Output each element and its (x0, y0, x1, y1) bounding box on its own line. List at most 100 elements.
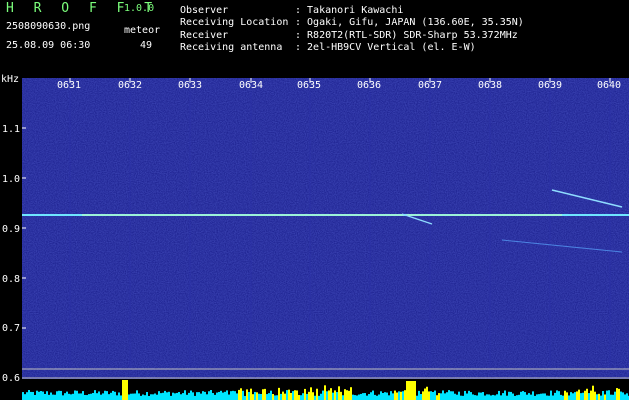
level-bar (488, 394, 490, 400)
level-bar (278, 387, 280, 400)
level-bar (258, 393, 260, 400)
level-bar (626, 393, 628, 400)
level-bar (552, 395, 554, 400)
level-bar (584, 390, 586, 400)
level-bar (516, 395, 518, 400)
header-panel: H R O F F T 1.0.0 2508090630.png 25.08.0… (0, 0, 629, 78)
level-bar (460, 395, 462, 400)
level-bar (52, 394, 54, 400)
level-bar (284, 393, 286, 400)
level-bar (604, 394, 606, 400)
level-bar (220, 390, 222, 400)
level-bar (366, 395, 368, 400)
level-bar (422, 391, 424, 400)
level-bar (464, 390, 466, 400)
level-bar (386, 392, 388, 400)
level-bar (576, 391, 578, 400)
level-bar (104, 390, 106, 400)
level-bar (144, 395, 146, 400)
level-bar (42, 391, 44, 400)
level-bar (546, 395, 548, 400)
level-bar (246, 389, 248, 400)
level-bar (512, 393, 514, 400)
x-tick-0637: 0637 (418, 80, 443, 91)
level-bar (270, 390, 272, 400)
level-bar (30, 391, 32, 400)
level-bar (72, 393, 74, 400)
level-bar (534, 395, 536, 400)
level-bar (486, 394, 488, 400)
y-tick-0.6: 0.6 (2, 373, 21, 384)
level-bar (234, 391, 236, 400)
x-tick-0635: 0635 (297, 80, 322, 91)
level-bar (308, 391, 310, 400)
level-bar (238, 389, 240, 400)
level-bar (336, 392, 338, 400)
level-bar (380, 391, 382, 400)
x-tick-0631: 0631 (57, 80, 82, 91)
level-bar (566, 392, 568, 400)
level-bar (26, 392, 28, 400)
level-bar (594, 391, 596, 400)
level-bar (426, 386, 428, 400)
level-bar (606, 390, 608, 400)
level-bar (182, 393, 184, 400)
level-bar (194, 395, 196, 400)
level-bar (302, 393, 304, 400)
meteor-label: meteor (124, 25, 161, 36)
level-bar (232, 390, 234, 400)
info-row-location: Receiving Location: Ogaki, Gifu, JAPAN (… (180, 17, 524, 29)
level-bar (508, 391, 510, 400)
level-bar (548, 395, 550, 400)
level-bar (564, 390, 566, 400)
level-bar (188, 392, 190, 400)
level-bar (252, 394, 254, 400)
level-bar (504, 390, 506, 400)
level-bar (532, 391, 534, 400)
level-bar (586, 388, 588, 400)
level-bar (150, 394, 152, 400)
spectrogram-noise (22, 78, 629, 400)
level-bar (180, 394, 182, 400)
level-bar (518, 394, 520, 400)
level-bar (358, 394, 360, 400)
level-bar (622, 392, 624, 400)
level-bar (166, 392, 168, 400)
level-bar (46, 391, 48, 400)
level-bar (100, 394, 102, 400)
level-bar (450, 391, 452, 400)
level-bar (106, 391, 108, 400)
level-bar (248, 391, 250, 400)
level-bar (332, 392, 334, 400)
level-bar (88, 394, 90, 400)
level-bar (394, 390, 396, 400)
level-bar (538, 394, 540, 400)
level-bar (346, 390, 348, 400)
spectrogram (22, 78, 629, 400)
level-bar (408, 381, 410, 400)
level-bar (430, 391, 432, 400)
level-bar (376, 395, 378, 400)
level-bar (472, 394, 474, 400)
level-bar (556, 390, 558, 400)
level-bar (152, 394, 154, 400)
x-tick-0640: 0640 (597, 80, 622, 91)
level-bar (154, 393, 156, 400)
level-bar (102, 393, 104, 400)
level-bar (218, 391, 220, 400)
level-bar (528, 393, 530, 400)
station-info: Observer: Takanori Kawachi Receiving Loc… (180, 5, 524, 54)
level-bar (578, 389, 580, 400)
level-bar (572, 393, 574, 400)
level-bar (314, 395, 316, 400)
level-bar (96, 393, 98, 400)
level-bar (480, 392, 482, 400)
level-bar (542, 393, 544, 400)
level-bar (390, 391, 392, 400)
y-tick-1.0: 1.0 (2, 174, 21, 185)
level-bar (36, 390, 38, 400)
level-bar (322, 390, 324, 400)
level-bar (580, 393, 582, 400)
level-bar (500, 395, 502, 400)
level-bar (94, 390, 96, 400)
